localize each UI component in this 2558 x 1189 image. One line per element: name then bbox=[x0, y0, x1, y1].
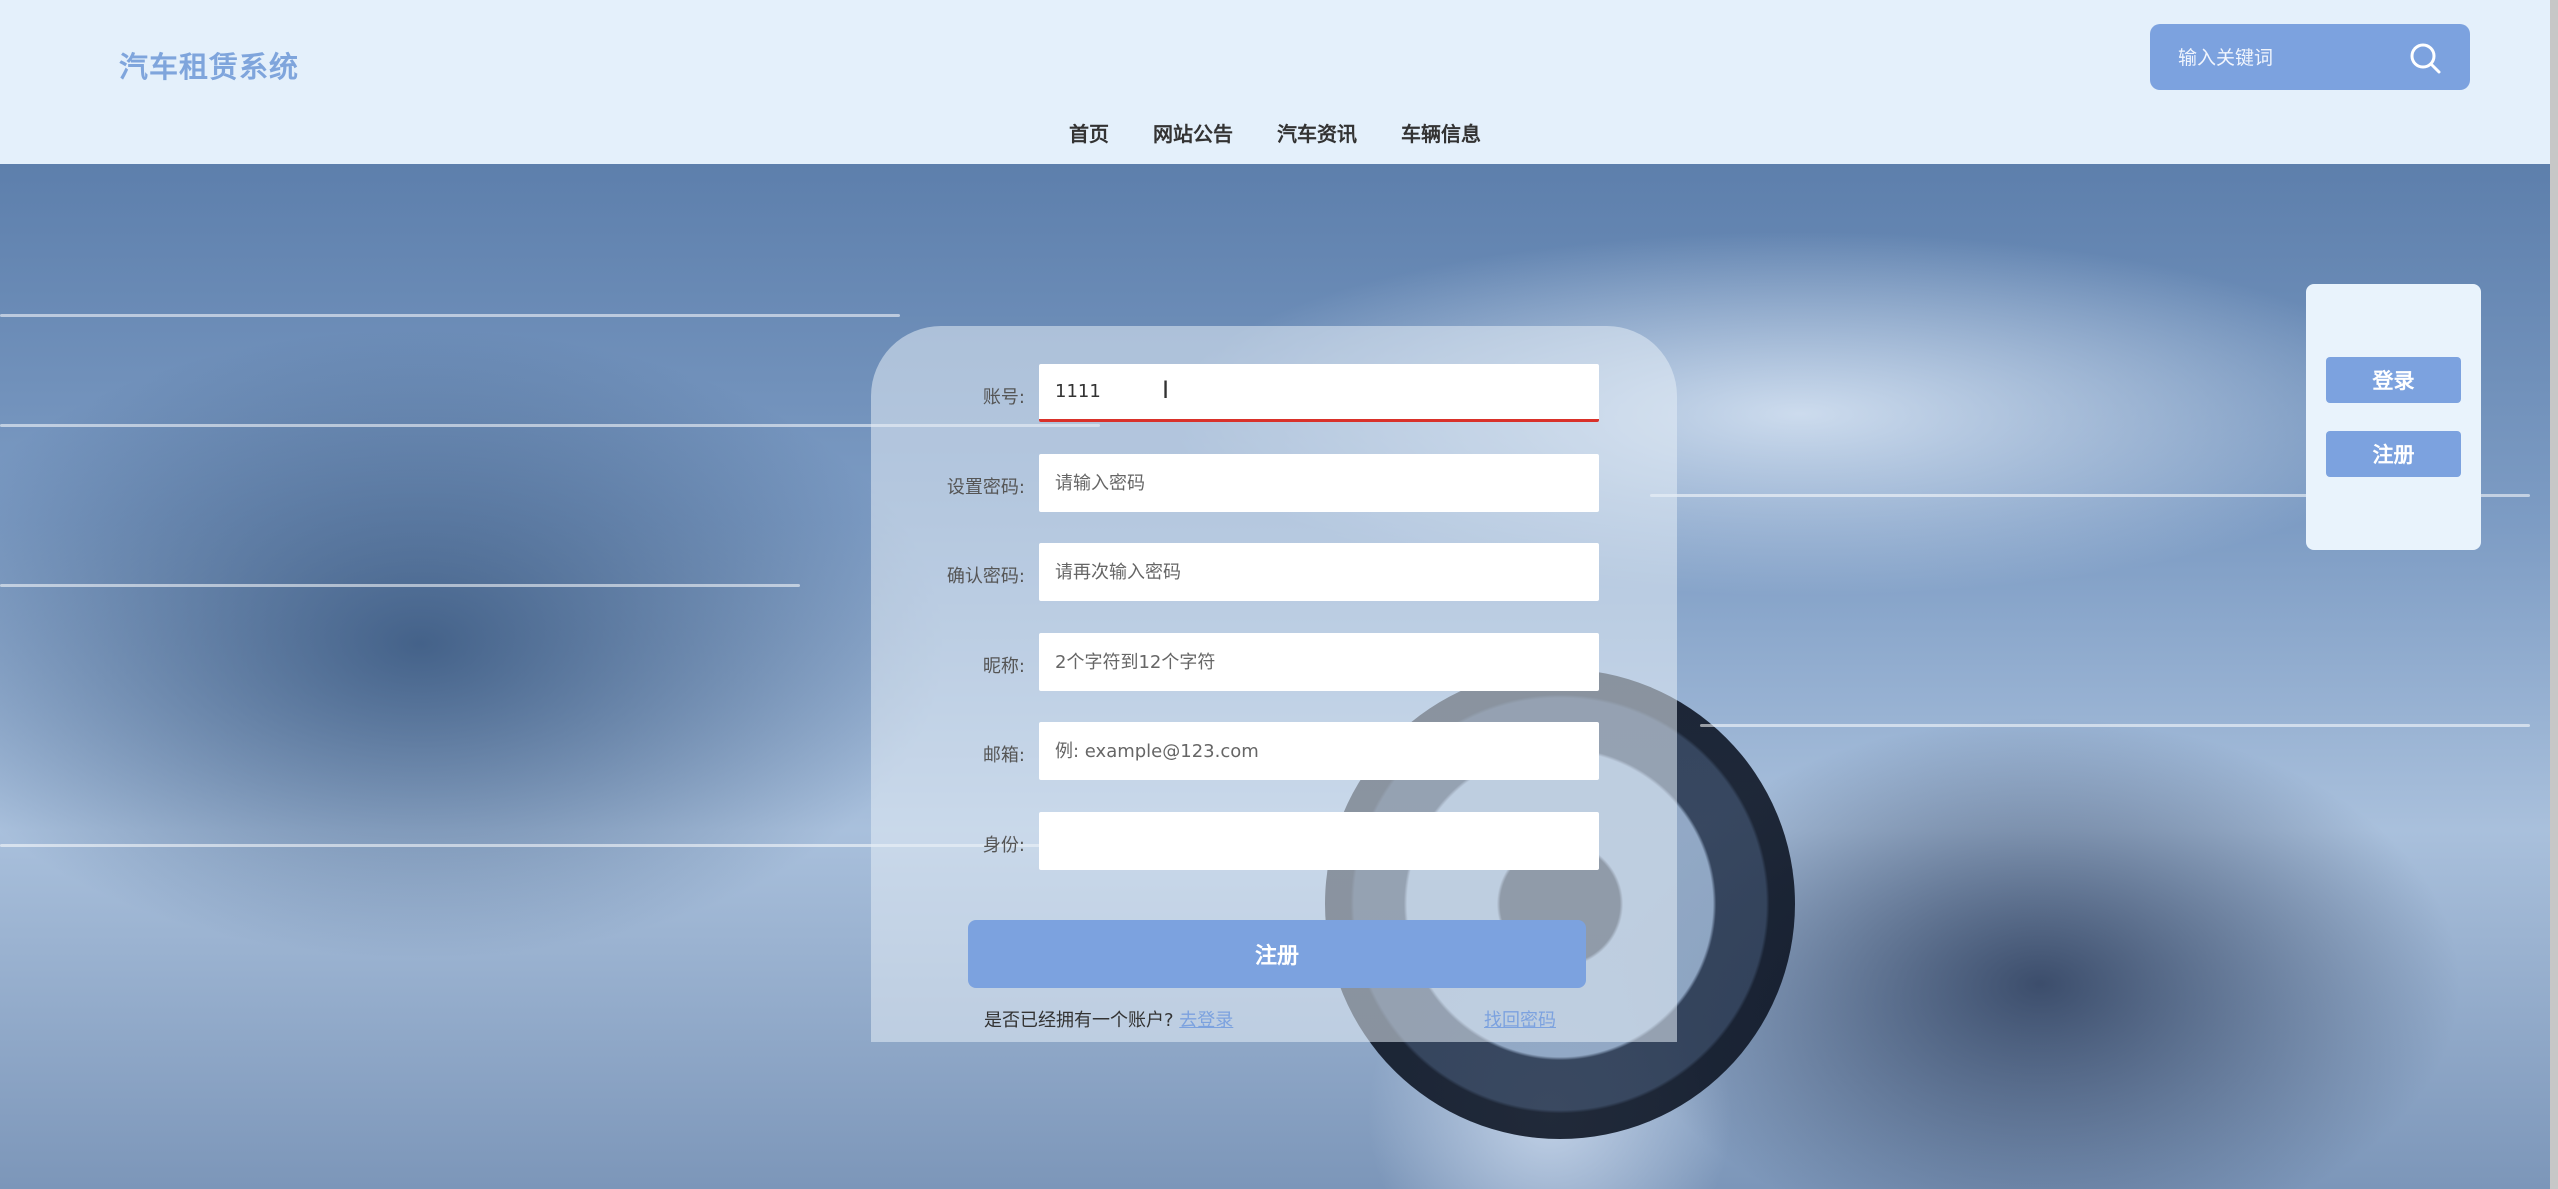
email-label: 邮箱: bbox=[982, 745, 1025, 766]
account-input[interactable] bbox=[1039, 364, 1599, 422]
nav-car-news[interactable]: 汽车资讯 bbox=[1277, 118, 1357, 148]
search-box bbox=[2150, 24, 2470, 90]
register-submit-button[interactable]: 注册 bbox=[968, 920, 1586, 988]
forgot-password-link[interactable]: 找回密码 bbox=[1484, 1006, 1556, 1032]
nickname-input[interactable] bbox=[1039, 633, 1599, 691]
email-input[interactable] bbox=[1039, 722, 1599, 780]
go-login-link[interactable]: 去登录 bbox=[1179, 1010, 1233, 1031]
form-row-password: 设置密码: bbox=[871, 454, 1677, 514]
has-account-prompt: 是否已经拥有一个账户? 去登录 bbox=[984, 1006, 1233, 1032]
nickname-label: 昵称: bbox=[982, 656, 1025, 677]
site-logo[interactable]: 汽车租赁系统 bbox=[119, 44, 299, 86]
identity-label: 身份: bbox=[982, 835, 1025, 856]
form-row-email: 邮箱: bbox=[871, 722, 1677, 782]
has-account-text: 是否已经拥有一个账户? bbox=[984, 1010, 1174, 1031]
form-row-account: 账号: bbox=[871, 364, 1677, 424]
nav-vehicle-info[interactable]: 车辆信息 bbox=[1401, 118, 1481, 148]
form-row-nickname: 昵称: bbox=[871, 633, 1677, 693]
top-header: 汽车租赁系统 首页 网站公告 汽车资讯 车辆信息 bbox=[0, 0, 2550, 164]
nav-home[interactable]: 首页 bbox=[1069, 118, 1109, 148]
light-streak bbox=[1700, 724, 2530, 727]
light-streak bbox=[0, 584, 800, 587]
identity-input[interactable] bbox=[1039, 812, 1599, 870]
register-form: 账号: 设置密码: 确认密码: 昵称: 邮箱: 身份: 注册 是否已经拥有一个账… bbox=[871, 326, 1677, 1042]
register-side-button[interactable]: 注册 bbox=[2326, 431, 2461, 477]
confirm-password-label: 确认密码: bbox=[946, 566, 1025, 587]
password-label: 设置密码: bbox=[946, 477, 1025, 498]
main-nav: 首页 网站公告 汽车资讯 车辆信息 bbox=[0, 118, 2550, 148]
page-scrollbar[interactable] bbox=[2550, 0, 2558, 1189]
login-button[interactable]: 登录 bbox=[2326, 357, 2461, 403]
auth-side-panel: 登录 注册 bbox=[2306, 284, 2481, 550]
form-row-confirm: 确认密码: bbox=[871, 543, 1677, 603]
nav-announcements[interactable]: 网站公告 bbox=[1153, 118, 1233, 148]
password-input[interactable] bbox=[1039, 454, 1599, 512]
search-icon[interactable] bbox=[2408, 41, 2442, 75]
confirm-password-input[interactable] bbox=[1039, 543, 1599, 601]
light-streak bbox=[0, 314, 900, 317]
search-input[interactable] bbox=[2176, 44, 2400, 72]
form-row-identity: 身份: bbox=[871, 812, 1677, 872]
account-label: 账号: bbox=[982, 387, 1025, 408]
